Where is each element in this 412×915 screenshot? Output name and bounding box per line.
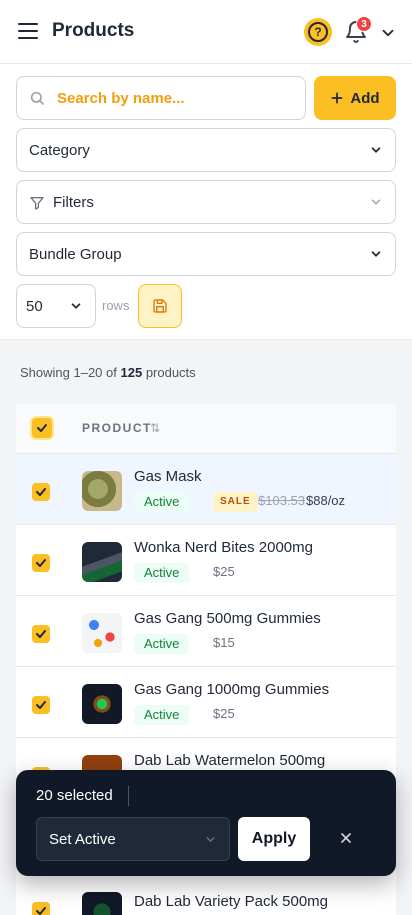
filters-dropdown[interactable]: Filters <box>16 180 396 224</box>
row-checkbox[interactable] <box>32 554 50 572</box>
rows-per-page-select[interactable]: 50 <box>16 284 96 328</box>
status-badge: Active <box>134 634 190 654</box>
product-name[interactable]: Dab Lab Variety Pack 500mg <box>134 893 328 910</box>
rows-label: rows <box>102 298 130 313</box>
product-thumbnail <box>82 542 122 582</box>
check-icon <box>36 488 46 496</box>
chevron-down-icon <box>371 147 381 153</box>
product-price: $88/oz <box>306 493 346 508</box>
original-price: $103.53 <box>258 493 305 508</box>
product-thumbnail <box>82 613 122 653</box>
filters-panel: Add Category Filters Bundle Group 50 row… <box>0 64 412 340</box>
plus-icon <box>331 92 343 104</box>
product-column-header[interactable]: PRODUCT <box>82 421 152 435</box>
product-price: $25 <box>213 564 235 579</box>
add-button-label: Add <box>350 89 380 107</box>
search-box[interactable] <box>16 76 306 120</box>
bundle-group-select-label: Bundle Group <box>29 246 122 263</box>
rows-per-page-value: 50 <box>26 298 43 315</box>
table-row[interactable]: Gas Gang 1000mg Gummies Active $25 <box>16 667 396 738</box>
page-title: Products <box>52 20 135 41</box>
status-badge: Active <box>134 705 190 725</box>
results-summary: Showing 1–20 of 125 products <box>20 365 196 380</box>
row-checkbox[interactable] <box>32 902 50 915</box>
chevron-down-icon[interactable] <box>379 24 397 42</box>
hamburger-menu-icon[interactable] <box>18 23 38 41</box>
product-thumbnail <box>82 684 122 724</box>
search-icon <box>30 91 44 105</box>
bundle-group-select[interactable]: Bundle Group <box>16 232 396 276</box>
chevron-down-icon <box>371 251 381 257</box>
chevron-down-icon <box>71 303 81 309</box>
divider <box>128 786 129 806</box>
row-checkbox[interactable] <box>32 625 50 643</box>
help-circle-icon[interactable]: ? <box>304 18 332 46</box>
sale-badge: SALE <box>213 492 258 512</box>
product-price: $25 <box>213 706 235 721</box>
status-badge: Active <box>134 563 190 583</box>
product-price: $15 <box>213 635 235 650</box>
product-thumbnail <box>82 471 122 511</box>
notification-count-badge: 3 <box>356 16 372 32</box>
table-row[interactable]: Gas Gang 500mg Gummies Active $15 <box>16 596 396 667</box>
product-name[interactable]: Gas Mask <box>134 468 202 485</box>
sort-icon[interactable]: ⇅ <box>150 421 160 435</box>
row-checkbox[interactable] <box>32 483 50 501</box>
results-prefix: Showing 1–20 of <box>20 365 117 380</box>
results-suffix: products <box>145 365 196 380</box>
check-icon <box>37 424 47 432</box>
check-icon <box>36 907 46 915</box>
table-row[interactable]: Gas Mask Active SALE $103.53 $88/oz <box>16 454 396 525</box>
results-total: 125 <box>120 365 143 380</box>
add-product-button[interactable]: Add <box>314 76 396 120</box>
chevron-down-icon <box>206 837 215 842</box>
check-icon <box>36 559 46 567</box>
product-name[interactable]: Wonka Nerd Bites 2000mg <box>134 539 313 556</box>
product-thumbnail <box>82 892 122 915</box>
close-icon[interactable] <box>338 830 354 846</box>
product-name[interactable]: Gas Gang 1000mg Gummies <box>134 681 329 698</box>
check-icon <box>36 630 46 638</box>
check-icon <box>36 701 46 709</box>
bulk-action-value: Set Active <box>49 831 116 848</box>
filter-funnel-icon <box>30 197 44 210</box>
chevron-down-icon <box>371 199 381 205</box>
bulk-action-select[interactable]: Set Active <box>36 817 230 861</box>
bulk-action-bar: 20 selected Set Active Apply <box>16 770 396 876</box>
product-name[interactable]: Gas Gang 500mg Gummies <box>134 610 321 627</box>
table-row[interactable]: Dab Lab Variety Pack 500mg <box>16 880 396 915</box>
table-header: PRODUCT ⇅ <box>16 404 396 454</box>
category-select-label: Category <box>29 142 90 159</box>
status-badge: Active <box>134 492 190 512</box>
select-all-checkbox[interactable] <box>32 418 52 438</box>
category-select[interactable]: Category <box>16 128 396 172</box>
top-bar: Products ? 3 <box>0 0 412 64</box>
table-row[interactable]: Wonka Nerd Bites 2000mg Active $25 <box>16 525 396 596</box>
filters-dropdown-label: Filters <box>53 194 94 211</box>
apply-button[interactable]: Apply <box>238 817 310 861</box>
search-input[interactable] <box>57 87 297 109</box>
selected-count: 20 selected <box>36 787 113 804</box>
product-name[interactable]: Dab Lab Watermelon 500mg <box>134 752 325 769</box>
row-checkbox[interactable] <box>32 696 50 714</box>
save-view-button[interactable] <box>138 284 182 328</box>
save-icon <box>153 299 167 313</box>
